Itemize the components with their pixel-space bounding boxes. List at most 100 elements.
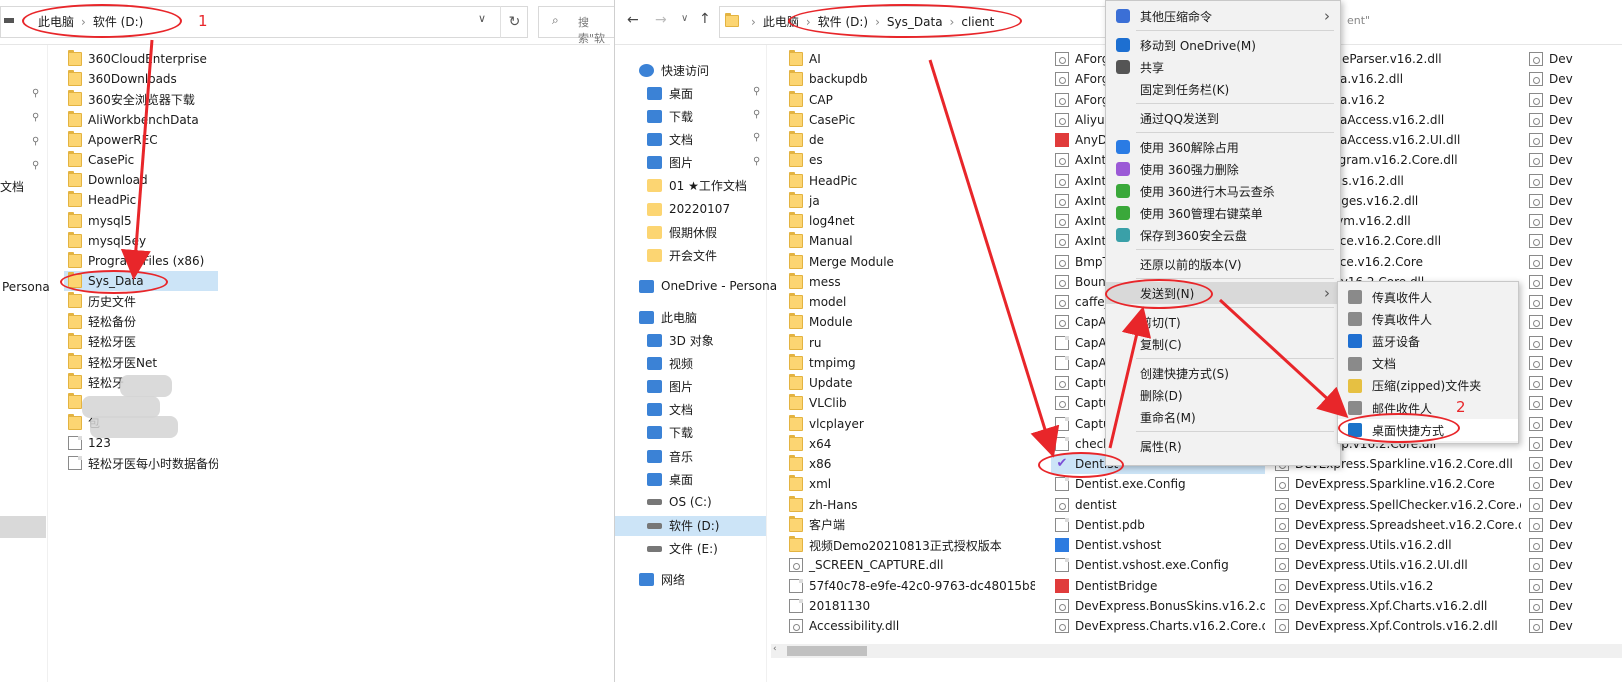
file-item[interactable]: VLClib [785,393,1035,413]
scroll-left-icon[interactable]: ‹ [773,644,777,654]
file-item[interactable]: de [785,130,1035,150]
file-item[interactable]: DevExpress.Xpf.Charts.v16.2.dll [1271,596,1521,616]
context-menu-item[interactable]: 固定到任务栏(K) [1106,78,1340,100]
nav-item[interactable]: 开会文件 [615,245,766,265]
file-item[interactable]: es [785,150,1035,170]
file-item[interactable]: xml [785,474,1035,494]
file-item[interactable]: DevExpress.BonusSkins.v16.2.dll [1051,596,1265,616]
file-item[interactable]: Dentist.pdb [1051,515,1265,535]
file-item[interactable]: 轻松牙医每小时数据备份 [64,453,218,473]
up-arrow-icon[interactable]: ↑ [699,11,711,27]
nav-item[interactable]: 音乐 [615,446,766,466]
file-item[interactable]: Accessibility.dll [785,616,1035,636]
nav-item[interactable]: 01 ★工作文档 [615,176,766,196]
file-item[interactable]: Dev [1525,596,1622,616]
file-item[interactable]: backupdb [785,69,1035,89]
nav-item[interactable]: 软件 (D:) [615,515,766,536]
nav-item[interactable]: 下载 [615,106,766,126]
nav-item[interactable]: 假期休假 [615,222,766,242]
file-item[interactable]: Dev [1525,555,1622,575]
file-item[interactable]: 360Downloads [64,69,218,89]
file-item[interactable]: Dev [1525,616,1622,636]
file-item[interactable]: AliWorkbenchData [64,110,218,130]
file-item[interactable]: CAP [785,90,1035,110]
file-item[interactable]: HeadPic [785,171,1035,191]
file-item[interactable]: Dev [1525,393,1622,413]
context-menu-item[interactable]: 重命名(M) [1106,406,1340,428]
file-item[interactable]: 历史文件 [64,291,218,311]
file-item[interactable]: 20181130 [785,596,1035,616]
recent-locations-icon[interactable]: ∨ [681,13,688,24]
file-item[interactable]: Dev [1525,353,1622,373]
file-item[interactable]: Dev [1525,231,1622,251]
context-menu-item[interactable]: 剪切(T) [1106,311,1340,333]
file-item[interactable]: DevExpress.Charts.v16.2.Core.dll [1051,616,1265,636]
file-item[interactable]: 57f40c78-e9fe-42c0-9763-dc48015b81b1 [785,576,1035,596]
file-item[interactable]: DevExpress.Sparkline.v16.2.Core [1271,474,1521,494]
nav-item[interactable]: 快速访问 [615,60,766,80]
file-item[interactable]: DevExpress.Utils.v16.2 [1271,576,1521,596]
file-item[interactable]: mysql5ey [64,231,218,251]
file-item[interactable]: Dev [1525,272,1622,292]
file-item[interactable]: Manual [785,231,1035,251]
file-item[interactable]: DevExpress.Utils.v16.2.dll [1271,535,1521,555]
file-item[interactable]: Dev [1525,414,1622,434]
file-item[interactable]: zh-Hans [785,495,1035,515]
file-item[interactable]: Dev [1525,474,1622,494]
file-item[interactable]: Dev [1525,434,1622,454]
file-item[interactable]: Dev [1525,454,1622,474]
file-item[interactable]: DevExpress.SpellChecker.v16.2.Core.dll [1271,495,1521,515]
nav-item[interactable]: 桌面 [615,83,766,103]
file-item[interactable]: DevExpress.Spreadsheet.v16.2.Core.dll [1271,515,1521,535]
send-to-item[interactable]: 传真收件人 [1338,308,1518,330]
nav-item[interactable]: 桌面 [615,469,766,489]
nav-item[interactable]: 下载 [615,423,766,443]
context-menu-item[interactable]: 共享 [1106,56,1340,78]
file-item[interactable]: Dev [1525,576,1622,596]
file-item[interactable]: Dev [1525,373,1622,393]
file-item[interactable]: mess [785,272,1035,292]
nav-item[interactable]: 图片 [615,153,766,173]
file-item[interactable]: CasePic [785,110,1035,130]
nav-item[interactable]: 文档 [615,400,766,420]
nav-item[interactable]: OneDrive - Persona [615,276,777,296]
file-item[interactable]: Merge Module [785,252,1035,272]
file-item[interactable]: Module [785,312,1035,332]
send-to-item[interactable]: 文档 [1338,353,1518,375]
file-item[interactable]: 360CloudEnterprise [64,49,218,69]
context-menu-item[interactable]: 使用 360解除占用 [1106,136,1340,158]
file-item[interactable]: DentistBridge [1051,576,1265,596]
nav-item[interactable]: 文件 (E:) [615,539,766,559]
file-item[interactable]: Dev [1525,49,1622,69]
file-item[interactable]: x86 [785,454,1035,474]
file-item[interactable]: DevExpress.Xpf.Controls.v16.2.dll [1271,616,1521,636]
file-item[interactable]: vlcplayer [785,414,1035,434]
context-menu-item[interactable]: 保存到360安全云盘 [1106,224,1340,246]
nav-item[interactable]: 3D 对象 [615,330,766,350]
send-to-item[interactable]: 蓝牙设备 [1338,330,1518,352]
nav-item[interactable]: 文档 [615,129,766,149]
context-menu-item[interactable]: 创建快捷方式(S) [1106,362,1340,384]
file-item[interactable]: Dev [1525,130,1622,150]
scrollbar-thumb[interactable] [787,646,867,656]
forward-arrow-icon[interactable]: → [655,12,667,28]
file-item[interactable]: Dentist.vshost.exe.Config [1051,555,1265,575]
file-item[interactable]: HeadPic [64,190,218,210]
context-menu-item[interactable]: 删除(D) [1106,384,1340,406]
file-item[interactable]: tmpimg [785,353,1035,373]
nav-item-selected[interactable] [0,516,46,538]
nav-item[interactable]: 此电脑 [615,307,766,327]
context-menu-item[interactable]: 使用 360进行木马云查杀 [1106,180,1340,202]
horizontal-scrollbar[interactable]: ‹ [771,644,1622,658]
file-item[interactable]: ja [785,191,1035,211]
nav-item[interactable]: 图片 [615,376,766,396]
file-item[interactable]: Dev [1525,292,1622,312]
file-item[interactable]: Dev [1525,171,1622,191]
nav-item[interactable]: 20220107 [615,199,766,219]
send-to-item[interactable]: 压缩(zipped)文件夹 [1338,375,1518,397]
file-item[interactable]: Dev [1525,211,1622,231]
nav-item-documents[interactable]: 文档 [0,178,24,195]
file-item[interactable]: mysql5 [64,211,218,231]
file-item[interactable]: Dev [1525,312,1622,332]
file-item[interactable]: Dev [1525,495,1622,515]
